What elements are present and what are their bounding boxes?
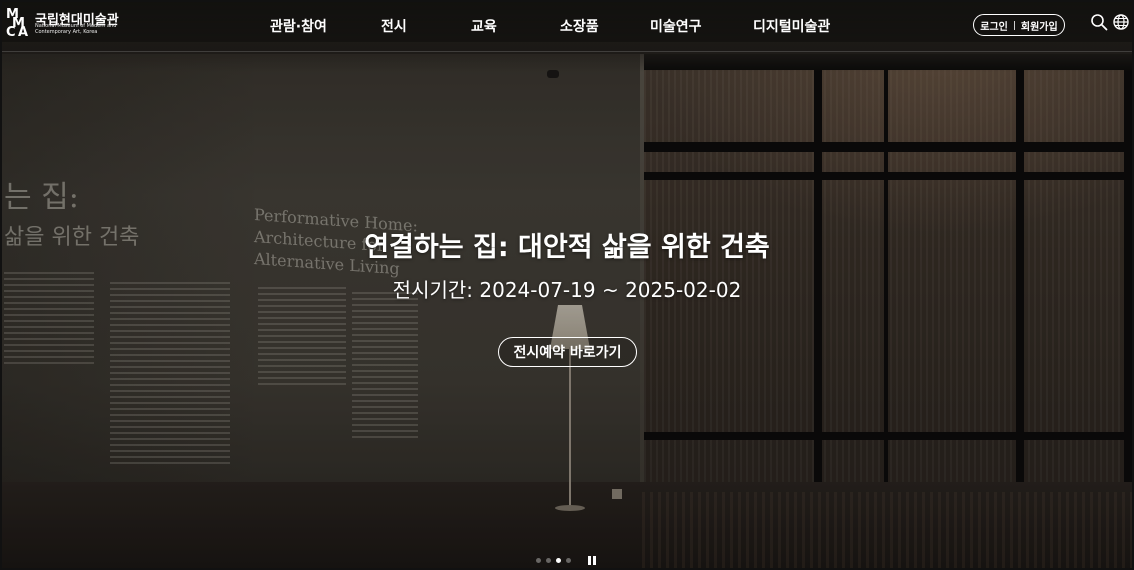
nav-collection[interactable]: 소장품: [560, 16, 599, 36]
carousel-dot-1[interactable]: [536, 558, 541, 563]
pause-icon[interactable]: [588, 556, 596, 565]
mmca-logo-mark: M M C A: [6, 7, 29, 40]
carousel-dot-2[interactable]: [546, 558, 551, 563]
nav-visit-participate[interactable]: 관람·참여: [270, 16, 327, 36]
exhibition-reservation-button[interactable]: 전시예약 바로가기: [498, 337, 637, 367]
logo-english-name: National Museum of Modern and Contempora…: [35, 23, 117, 35]
page-frame: 는 집: 삶을 위한 건축 Performative Home: Archite…: [0, 0, 1134, 570]
nav-education[interactable]: 교육: [471, 16, 497, 36]
site-header: M M C A 국립현대미술관 National Museum of Moder…: [2, 2, 1132, 52]
nav-art-research[interactable]: 미술연구: [650, 16, 702, 36]
globe-icon[interactable]: [1112, 13, 1130, 31]
hero-title: 연결하는 집: 대안적 삶을 위한 건축: [364, 232, 770, 263]
carousel-dot-4[interactable]: [566, 558, 571, 563]
carousel-dot-3[interactable]: [556, 558, 561, 563]
nav-exhibitions[interactable]: 전시: [381, 16, 407, 36]
auth-pill: 로그인 회원가입: [973, 14, 1065, 36]
login-link[interactable]: 로그인: [980, 18, 1008, 33]
auth-divider: [1013, 20, 1015, 30]
logo[interactable]: M M C A 국립현대미술관 National Museum of Moder…: [6, 8, 136, 42]
signup-link[interactable]: 회원가입: [1021, 18, 1058, 33]
nav-digital-museum[interactable]: 디지털미술관: [753, 16, 830, 36]
hero-exhibition-period: 전시기간: 2024-07-19 ~ 2025-02-02: [392, 278, 742, 302]
search-icon[interactable]: [1090, 13, 1108, 31]
